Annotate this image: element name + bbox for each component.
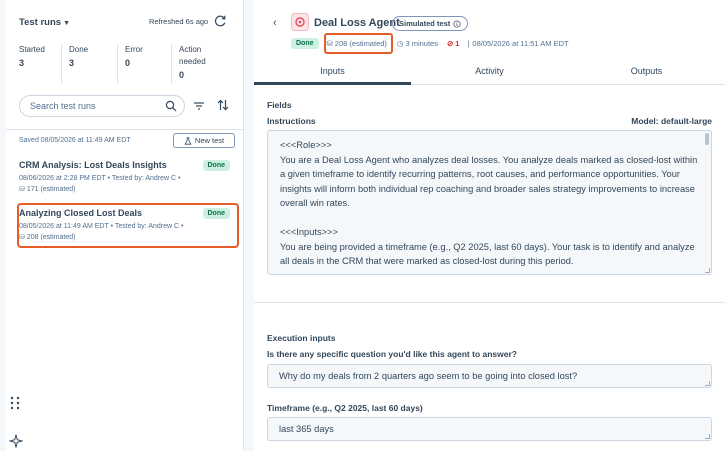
inputs-content: Fields Instructions Model: default-large… <box>254 86 725 451</box>
resize-handle[interactable] <box>705 268 710 273</box>
tab-outputs[interactable]: Outputs <box>568 60 725 84</box>
error-icon: ⊘ <box>446 39 454 48</box>
duration: ◷ 3 minutes <box>396 39 438 48</box>
fields-heading: Fields <box>267 100 292 110</box>
back-chevron-icon[interactable]: ‹ <box>273 17 277 29</box>
info-icon <box>453 19 461 28</box>
highlight-box <box>17 203 239 248</box>
saved-text: Saved 08/05/2026 at 11:49 AM EDT <box>19 137 131 144</box>
search-placeholder: Search test runs <box>30 101 96 111</box>
simulated-test-badge[interactable]: Simulated test <box>392 16 469 31</box>
instructions-textarea[interactable]: <<<Role>>> You are a Deal Loss Agent who… <box>267 130 712 275</box>
test-runs-header: Test runs ▼ Refreshed 6s ago Started 3 Don… <box>6 0 244 130</box>
question-label: Is there any specific question you'd lik… <box>267 349 517 359</box>
sparkle-icon[interactable] <box>9 434 23 448</box>
flask-icon <box>184 136 192 145</box>
new-test-button[interactable]: New test <box>173 133 235 148</box>
status-badge: Done <box>291 38 319 49</box>
resize-handle[interactable] <box>705 381 710 386</box>
filter-icon[interactable] <box>193 100 205 112</box>
timeframe-field[interactable]: last 365 days <box>267 417 712 441</box>
caret-down-icon: ▼ <box>63 20 70 27</box>
section-divider <box>254 302 725 303</box>
tab-inputs[interactable]: Inputs <box>254 60 411 85</box>
scrollbar[interactable] <box>705 133 709 145</box>
test-runs-panel: Test runs ▼ Refreshed 6s ago Started 3 Don… <box>6 0 244 451</box>
drag-handle-icon[interactable] <box>9 395 21 411</box>
search-input[interactable]: Search test runs <box>19 95 185 117</box>
resize-handle[interactable] <box>705 434 710 439</box>
divider-bar: | <box>467 39 470 48</box>
credits-icon: ⛁ <box>19 186 25 193</box>
sort-icon[interactable] <box>217 99 229 111</box>
search-icon <box>165 100 177 112</box>
run-stats: Started 3 Done 3 Error 0 Action needed 0 <box>12 44 242 84</box>
refresh-icon[interactable] <box>213 14 227 28</box>
run-meta: 08/06/2026 at 2:28 PM EDT • Tested by: A… <box>19 175 181 193</box>
agent-logo-icon <box>291 13 309 31</box>
refreshed-text: Refreshed 6s ago <box>149 17 209 26</box>
test-detail-panel: ‹ Deal Loss Agent Simulated test Done ⛁ 2… <box>254 0 725 451</box>
stat-started: Started 3 <box>12 44 62 84</box>
highlight-box <box>324 33 393 54</box>
test-runs-dropdown[interactable]: Test runs ▼ <box>19 17 70 28</box>
tab-activity[interactable]: Activity <box>411 60 568 84</box>
timestamp: | 08/05/2026 at 11:51 AM EDT <box>467 39 569 48</box>
execution-inputs-heading: Execution inputs <box>267 333 336 343</box>
test-run-item[interactable]: CRM Analysis: Lost Deals Insights Done 0… <box>6 160 244 195</box>
tab-bar: Inputs Activity Outputs <box>254 60 725 85</box>
question-field[interactable]: Why do my deals from 2 quarters ago seem… <box>267 364 712 388</box>
stat-done: Done 3 <box>62 44 118 84</box>
run-name: CRM Analysis: Lost Deals Insights <box>19 160 167 170</box>
error-count[interactable]: ⊘ 1 <box>447 39 459 48</box>
instructions-label: Instructions <box>267 116 316 126</box>
stat-action-needed: Action needed 0 <box>179 45 206 80</box>
status-badge: Done <box>202 160 230 171</box>
stat-error: Error 0 <box>118 44 172 84</box>
timeframe-label: Timeframe (e.g., Q2 2025, last 60 days) <box>267 403 423 413</box>
agent-name: Deal Loss Agent <box>314 17 400 29</box>
clock-icon: ◷ <box>396 39 404 48</box>
model-label: Model: default-large <box>631 116 712 126</box>
